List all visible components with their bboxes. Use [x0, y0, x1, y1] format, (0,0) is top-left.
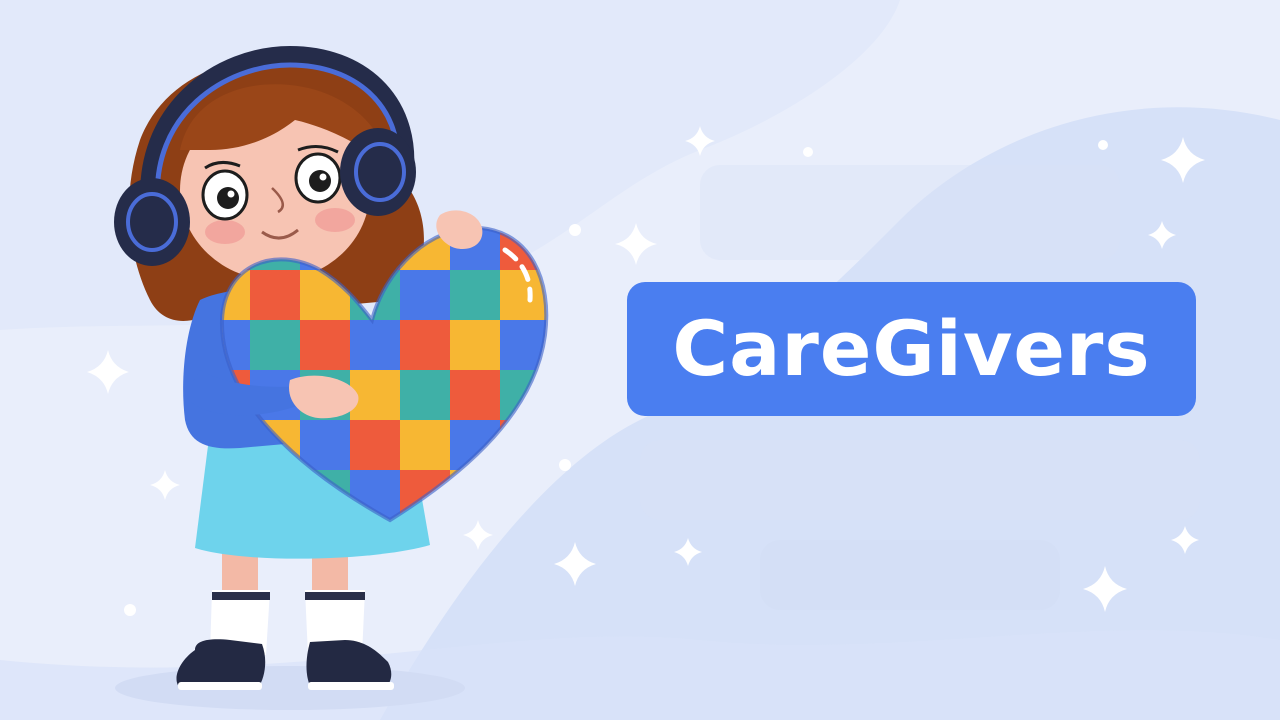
- ground-shadow: [115, 666, 465, 710]
- title-banner: CareGivers: [627, 282, 1196, 416]
- left-shoe: [176, 639, 266, 688]
- faint-panel: [640, 440, 1200, 520]
- left-ear-cup: [114, 178, 190, 266]
- faint-panel: [700, 165, 1120, 260]
- faint-panel: [760, 540, 1060, 610]
- banner-title: CareGivers: [672, 304, 1151, 393]
